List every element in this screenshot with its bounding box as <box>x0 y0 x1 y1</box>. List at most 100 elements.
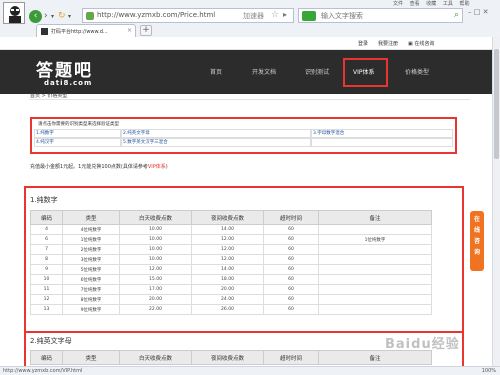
table-row: 10 6位纯数字 15.00 18.00 60 <box>30 274 432 285</box>
table-cell <box>318 274 432 285</box>
forward-button[interactable]: › <box>44 10 48 23</box>
tab-title: 打码平台http://www.d... <box>51 29 108 35</box>
table-cell: 60 <box>263 304 319 315</box>
recharge-note: 充值最小金额1元起。1元能兑换100点数(具体请参考VIP体系) <box>30 163 168 170</box>
search-icon[interactable]: ⌕ <box>454 10 459 20</box>
tab-favicon-icon <box>41 28 48 35</box>
back-button[interactable]: ‹ <box>29 10 42 23</box>
table-cell: 12.00 <box>119 264 192 275</box>
nav-test[interactable]: 识别测试 <box>305 67 329 76</box>
table-cell: 8位纯数字 <box>62 294 120 305</box>
table-row: 13 9位纯数字 22.00 26.00 60 <box>30 304 432 315</box>
register-link[interactable]: 我要注册 <box>378 40 398 47</box>
table-cell <box>318 244 432 255</box>
table-row: 6 1位纯数字 10.00 12.00 60 1位纯数字 <box>30 234 432 245</box>
table-cell: 12.00 <box>191 234 264 245</box>
table-cell: 12.00 <box>191 244 264 255</box>
vip-link[interactable]: VIP体系 <box>148 164 166 170</box>
browser-toolbar: ‹ › ▾ ↻ ▾ http://www.yzmxb.com/Price.htm… <box>0 0 500 37</box>
favorite-star-icon[interactable]: ☆ <box>271 10 279 20</box>
address-bar[interactable]: http://www.yzmxb.com/Price.html 加速器 ☆ ▸ <box>82 8 294 23</box>
scrollbar-thumb[interactable] <box>494 49 499 159</box>
table-cell: 60 <box>263 244 319 255</box>
chat-icon: ▣ <box>408 41 413 47</box>
browser-tab[interactable]: 打码平台http://www.d... × <box>36 24 136 37</box>
menu-tools[interactable]: 工具 <box>443 1 453 7</box>
type-link-chinese[interactable]: 4.纯汉字 <box>34 138 121 147</box>
go-arrow-icon[interactable]: ▸ <box>283 10 287 19</box>
nav-docs[interactable]: 开发文档 <box>252 67 276 76</box>
table-cell: 15.00 <box>119 274 192 285</box>
column-header: 类型 <box>62 350 120 365</box>
column-header: 夜间收费点数 <box>191 210 264 225</box>
table-cell: 9 <box>30 264 63 275</box>
table-row: 4 4位纯数字 10.00 14.00 60 <box>30 224 432 235</box>
table-cell: 4 <box>30 224 63 235</box>
online-consult-label: 在线咨询 <box>414 41 435 47</box>
site-logo-domain: dati8.com <box>44 79 93 87</box>
type-link-digits[interactable]: 1.纯数字 <box>34 129 121 138</box>
price-table: 编码 类型 白天收费点数 夜间收费点数 超时时间 备注 <box>30 350 432 365</box>
type-selector-box: 请点击你需要的识别类型来选择验证类型 1.纯数字 2.纯英文字母 3.字母数字混… <box>30 117 457 154</box>
status-url: http://www.yzmxb.com/VIP.html <box>3 368 83 374</box>
address-url[interactable]: http://www.yzmxb.com/Price.html <box>97 11 215 19</box>
online-consult-button[interactable]: 在 线 咨 询 <box>470 211 484 271</box>
maximize-icon[interactable]: □ <box>474 8 481 16</box>
table-cell: 60 <box>263 234 319 245</box>
table-cell: 22.00 <box>119 304 192 315</box>
menu-file[interactable]: 文件 <box>393 1 403 7</box>
table-cell: 4位纯数字 <box>62 224 120 235</box>
table-cell: 26.00 <box>191 304 264 315</box>
table-cell: 10.00 <box>119 254 192 265</box>
history-dropdown-icon[interactable]: ▾ <box>51 10 54 23</box>
column-header: 夜间收费点数 <box>191 350 264 365</box>
close-window-icon[interactable]: ✕ <box>483 8 489 16</box>
search-box[interactable]: ⌕ <box>298 8 463 23</box>
user-avatar[interactable] <box>3 2 25 24</box>
menu-favorites[interactable]: 收藏 <box>426 1 436 7</box>
login-link[interactable]: 登录 <box>358 40 368 47</box>
nav-home[interactable]: 首页 <box>210 67 222 76</box>
nav-pricing[interactable]: 价格类型 <box>405 67 429 76</box>
site-header: 答题吧 dati8.com 首页 开发文档 识别测试 VIP体系 价格类型 <box>0 50 492 94</box>
table-cell: 12.00 <box>191 254 264 265</box>
type-link-empty <box>311 138 453 147</box>
table-cell: 10.00 <box>119 244 192 255</box>
table-cell: 2位纯数字 <box>62 244 120 255</box>
type-link-mixed[interactable]: 5.数字英文汉字三混合 <box>121 138 311 147</box>
page-viewport: 登录 我要注册 ▣ 在线咨询 答题吧 dati8.com 首页 开发文档 识别测… <box>0 37 492 366</box>
type-link-alnum[interactable]: 3.字母数字混合 <box>311 129 453 138</box>
column-header: 超时时间 <box>263 350 319 365</box>
vertical-scrollbar[interactable] <box>492 37 500 366</box>
online-consult-link[interactable]: ▣ 在线咨询 <box>408 40 434 47</box>
section-title: 2.纯英文字母 <box>30 337 72 345</box>
column-header: 类型 <box>62 210 120 225</box>
table-cell: 24.00 <box>191 294 264 305</box>
accelerator-label[interactable]: 加速器 <box>243 11 264 21</box>
table-row: 8 3位纯数字 10.00 12.00 60 <box>30 254 432 265</box>
menu-help[interactable]: 帮助 <box>459 1 469 7</box>
refresh-dropdown-icon[interactable]: ▾ <box>68 10 71 23</box>
table-cell: 11 <box>30 284 63 295</box>
table-cell: 1位纯数字 <box>318 234 432 245</box>
recharge-note-text: 充值最小金额1元起。1元能兑换100点数(具体请参考 <box>30 164 148 170</box>
table-cell: 3位纯数字 <box>62 254 120 265</box>
table-cell <box>318 254 432 265</box>
table-cell: 13 <box>30 304 63 315</box>
table-cell: 60 <box>263 284 319 295</box>
new-tab-button[interactable]: + <box>140 25 152 36</box>
menu-view[interactable]: 查看 <box>410 1 420 7</box>
type-selector-heading: 请点击你需要的识别类型来选择验证类型 <box>38 122 119 127</box>
search-engine-icon[interactable] <box>302 11 316 21</box>
table-cell: 1位纯数字 <box>62 234 120 245</box>
minimize-icon[interactable]: – <box>468 8 472 16</box>
table-cell: 10 <box>30 274 63 285</box>
type-link-letters[interactable]: 2.纯英文字母 <box>121 129 311 138</box>
zoom-level[interactable]: 100% <box>482 368 496 374</box>
site-logo[interactable]: 答题吧 <box>36 56 93 81</box>
table-cell: 6位纯数字 <box>62 274 120 285</box>
table-cell: 5位纯数字 <box>62 264 120 275</box>
search-input[interactable] <box>321 10 446 21</box>
refresh-icon[interactable]: ↻ <box>58 10 66 23</box>
tab-close-icon[interactable]: × <box>127 27 132 34</box>
